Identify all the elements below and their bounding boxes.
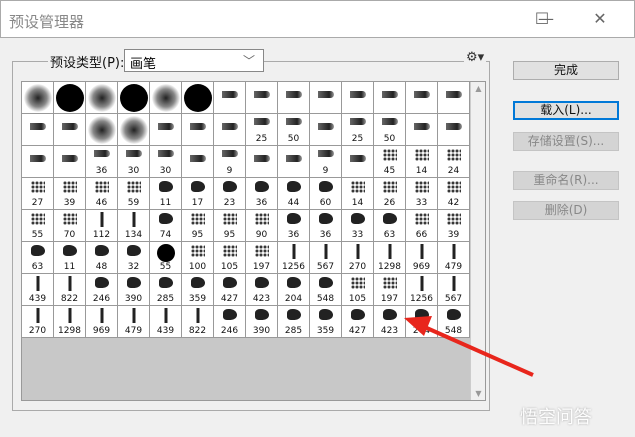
annotation-arrow bbox=[404, 316, 534, 377]
watermark: 悟空问答 bbox=[520, 407, 592, 428]
